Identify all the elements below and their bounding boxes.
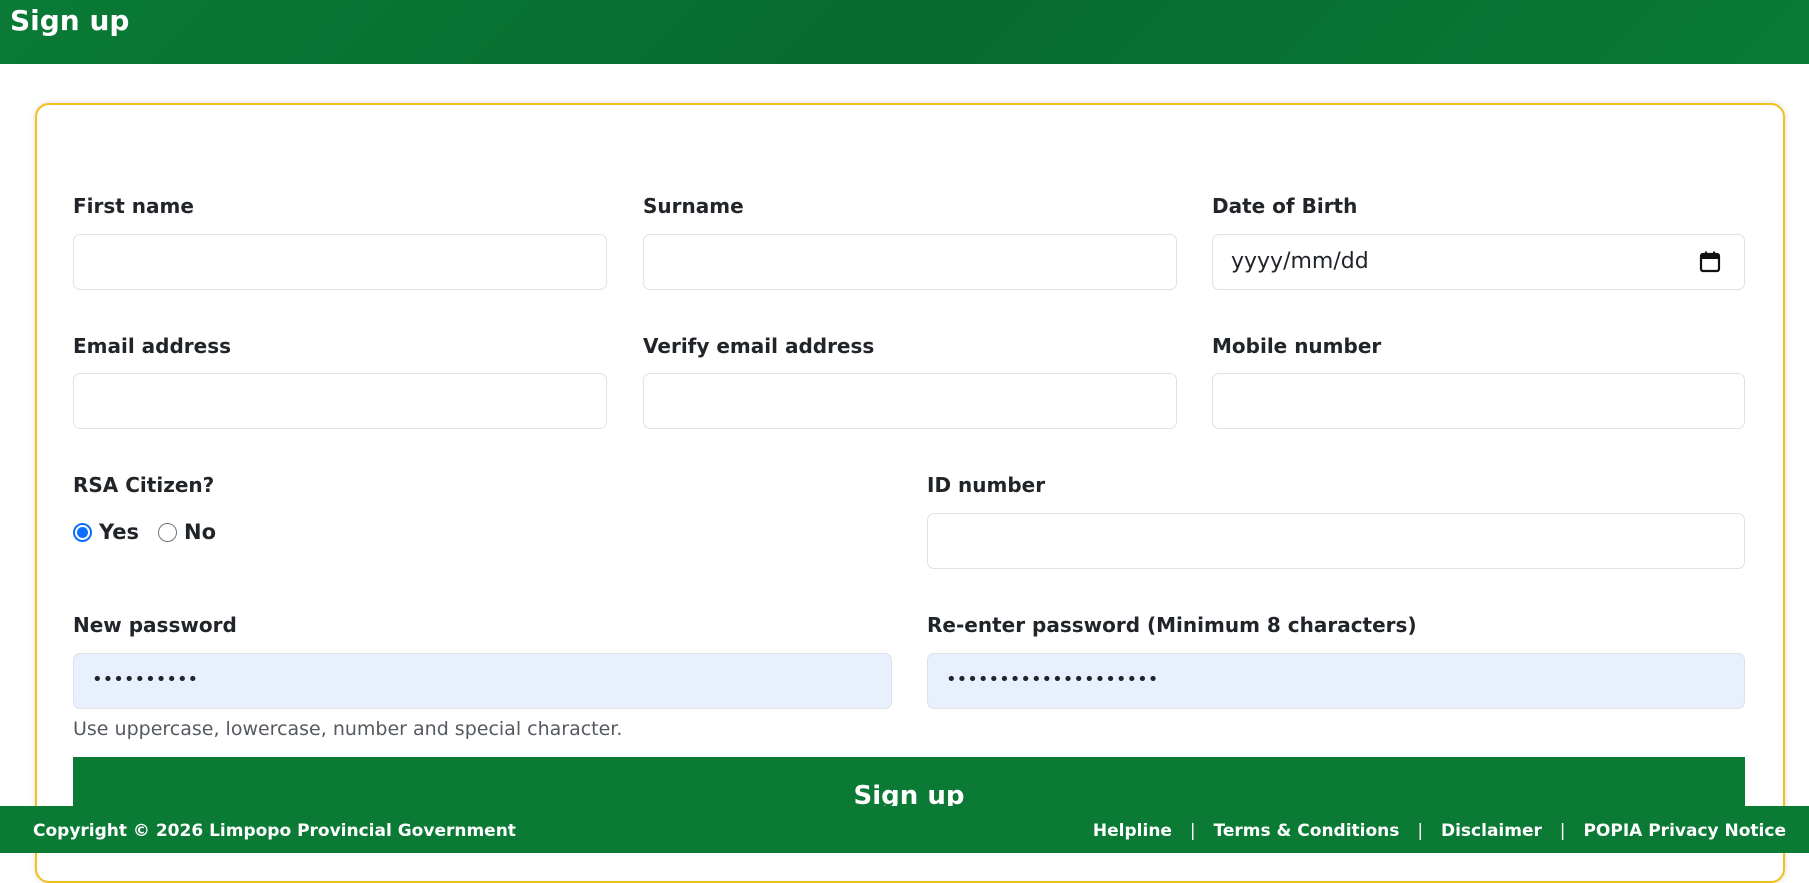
footer-link-disclaimer[interactable]: Disclaimer: [1441, 821, 1542, 841]
footer-separator: |: [1189, 821, 1196, 841]
page-title: Sign up: [10, 4, 130, 37]
footer-separator: |: [1417, 821, 1424, 841]
footer-link-terms[interactable]: Terms & Conditions: [1214, 821, 1400, 841]
reenter-password-field[interactable]: ••••••••••••••••••••: [927, 653, 1745, 709]
footer: Copyright © 2026 Limpopo Provincial Gove…: [0, 806, 1809, 853]
citizen-label: RSA Citizen?: [73, 473, 215, 497]
footer-separator: |: [1559, 821, 1566, 841]
id-number-label: ID number: [927, 473, 1046, 497]
new-password-label: New password: [73, 613, 237, 637]
footer-link-helpline[interactable]: Helpline: [1093, 821, 1172, 841]
new-password-field[interactable]: ••••••••••: [73, 653, 892, 709]
mobile-label: Mobile number: [1212, 334, 1382, 358]
verify-email-field[interactable]: [643, 373, 1177, 429]
header-bar: Sign up: [0, 0, 1809, 64]
dob-placeholder: yyyy/mm/dd: [1231, 249, 1369, 274]
surname-label: Surname: [643, 194, 744, 218]
citizen-no-label[interactable]: No: [184, 520, 216, 544]
dob-label: Date of Birth: [1212, 194, 1358, 218]
mobile-field[interactable]: [1212, 373, 1745, 429]
citizen-no-radio[interactable]: [158, 523, 177, 542]
reenter-password-label: Re-enter password (Minimum 8 characters): [927, 613, 1417, 637]
calendar-icon[interactable]: [1698, 250, 1722, 274]
email-field[interactable]: [73, 373, 607, 429]
id-number-field[interactable]: [927, 513, 1745, 569]
first-name-label: First name: [73, 194, 194, 218]
first-name-field[interactable]: [73, 234, 607, 290]
password-hint: Use uppercase, lowercase, number and spe…: [73, 718, 623, 740]
email-label: Email address: [73, 334, 232, 358]
citizen-yes-radio[interactable]: [73, 523, 92, 542]
reenter-password-masked: ••••••••••••••••••••: [946, 669, 1159, 690]
copyright-text: Copyright © 2026 Limpopo Provincial Gove…: [33, 821, 516, 841]
verify-email-label: Verify email address: [643, 334, 875, 358]
citizen-yes-label[interactable]: Yes: [99, 520, 139, 544]
footer-link-popia[interactable]: POPIA Privacy Notice: [1583, 821, 1786, 841]
footer-links: Helpline | Terms & Conditions | Disclaim…: [1093, 821, 1786, 841]
surname-field[interactable]: [643, 234, 1177, 290]
new-password-masked: ••••••••••: [92, 669, 199, 690]
dob-field[interactable]: yyyy/mm/dd: [1212, 234, 1745, 290]
